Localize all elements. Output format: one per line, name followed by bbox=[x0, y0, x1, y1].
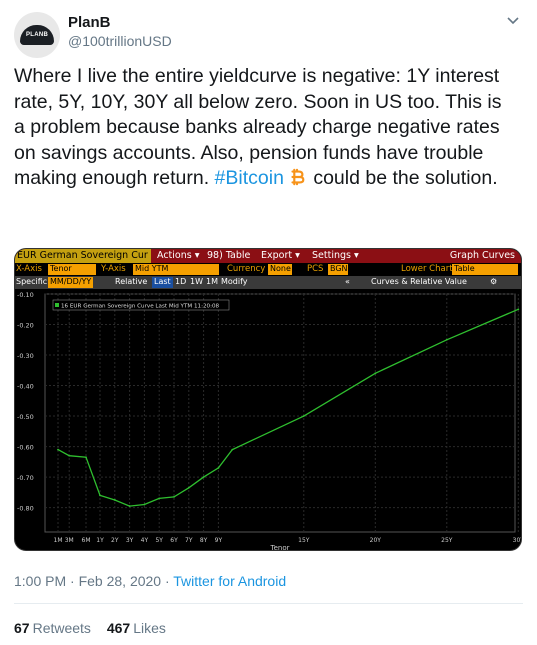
data-point bbox=[187, 486, 190, 489]
data-point bbox=[158, 497, 161, 500]
data-point bbox=[517, 308, 520, 311]
lower-chart-label: Lower Chart bbox=[401, 264, 453, 274]
x-tick-label: 3Y bbox=[126, 537, 134, 544]
x-tick-label: 7Y bbox=[185, 537, 193, 544]
menu-settings[interactable]: Settings ▾ bbox=[312, 250, 359, 261]
y-tick-label: -0.30 bbox=[17, 352, 34, 360]
menu-table[interactable]: 98) Table bbox=[207, 250, 250, 261]
pcs-label: PCS bbox=[307, 264, 324, 274]
likes-label[interactable]: Likes bbox=[133, 620, 166, 636]
plot-area bbox=[44, 293, 516, 533]
tweet-timestamp[interactable]: 1:00 PM · Feb 28, 2020 · bbox=[14, 573, 173, 589]
tweet-meta: 1:00 PM · Feb 28, 2020 · Twitter for And… bbox=[14, 573, 286, 589]
y-tick-label: -0.40 bbox=[17, 383, 34, 391]
period-1w[interactable]: 1W bbox=[190, 277, 203, 286]
likes-count[interactable]: 467 bbox=[107, 620, 130, 636]
modify-button[interactable]: Modify bbox=[221, 277, 248, 286]
terminal-menu-bar: EUR German Sovereign Cur Actions ▾ 98) T… bbox=[15, 249, 521, 263]
period-last[interactable]: Last bbox=[152, 277, 173, 288]
yaxis-select[interactable]: Mid YTM bbox=[133, 264, 219, 275]
legend-text: 16 EUR German Sovereign Curve Last Mid Y… bbox=[61, 304, 220, 310]
y-tick-label: -0.80 bbox=[17, 505, 34, 513]
xaxis-select[interactable]: Tenor bbox=[48, 264, 96, 275]
currency-label: Currency bbox=[227, 264, 266, 274]
specific-label: Specific bbox=[16, 277, 48, 286]
x-tick-label: 9Y bbox=[215, 537, 223, 544]
hashtag-link[interactable]: #Bitcoin bbox=[215, 167, 284, 189]
data-point bbox=[128, 505, 131, 507]
menu-graph-curves[interactable]: Graph Curves bbox=[450, 250, 515, 261]
author-handle[interactable]: @100trillionUSD bbox=[68, 33, 172, 49]
x-tick-label: 20Y bbox=[370, 537, 382, 544]
curves-relative-value[interactable]: Curves & Relative Value bbox=[371, 277, 467, 286]
data-point bbox=[68, 454, 71, 457]
data-point bbox=[202, 476, 205, 478]
y-tick-label: -0.10 bbox=[17, 291, 34, 299]
data-point bbox=[302, 415, 305, 417]
menu-actions[interactable]: Actions ▾ bbox=[157, 250, 200, 261]
avatar[interactable]: PLANB bbox=[14, 12, 60, 58]
retweets-count[interactable]: 67 bbox=[14, 620, 30, 636]
x-tick-label: 8Y bbox=[200, 537, 208, 544]
date-field[interactable]: MM/DD/YY bbox=[48, 277, 94, 288]
lower-chart-select[interactable]: Table bbox=[452, 264, 518, 275]
data-point bbox=[113, 499, 116, 501]
bitcoin-icon bbox=[291, 168, 305, 186]
x-tick-label: 6M bbox=[82, 537, 91, 544]
x-tick-label: 1M bbox=[54, 537, 63, 544]
x-tick-label: 2Y bbox=[111, 537, 119, 544]
data-point bbox=[99, 494, 101, 497]
pcs-field[interactable]: BGN bbox=[328, 264, 348, 275]
tweet-card: PLANB PlanB @100trillionUSD Where I live… bbox=[0, 0, 537, 645]
y-tick-label: -0.50 bbox=[17, 413, 34, 421]
yield-curve-plot: -0.10 -0.20 -0.30 -0.40 -0.50 -0.60 -0.70 -0.80… bbox=[17, 291, 521, 551]
data-point bbox=[374, 372, 377, 375]
x-axis-title: Tenor bbox=[270, 544, 290, 551]
y-tick-label: -0.20 bbox=[17, 322, 34, 330]
data-point bbox=[57, 448, 59, 451]
x-tick-label: 1Y bbox=[96, 537, 104, 544]
gear-icon[interactable]: ⚙ bbox=[490, 277, 497, 286]
x-tick-label: 5Y bbox=[155, 537, 163, 544]
yaxis-label: Y-Axis bbox=[101, 264, 126, 274]
divider bbox=[14, 603, 523, 604]
terminal-axis-bar: X-Axis Tenor Y-Axis Mid YTM Currency Non… bbox=[15, 263, 521, 276]
x-tick-label: 6Y bbox=[170, 537, 178, 544]
tweet-source-link[interactable]: Twitter for Android bbox=[173, 573, 286, 589]
retweets-label[interactable]: Retweets bbox=[33, 620, 91, 636]
tweet-stats: 67 Retweets 467 Likes bbox=[14, 620, 166, 636]
currency-select[interactable]: None bbox=[268, 264, 292, 275]
bloomberg-chart-image[interactable]: EUR German Sovereign Cur Actions ▾ 98) T… bbox=[14, 248, 522, 551]
x-tick-label: 15Y bbox=[298, 537, 310, 544]
menu-export[interactable]: Export ▾ bbox=[261, 250, 300, 261]
x-tick-label: 25Y bbox=[441, 537, 453, 544]
tweet-text-end: could be the solution. bbox=[307, 167, 498, 189]
data-point bbox=[217, 467, 220, 469]
period-1m[interactable]: 1M bbox=[206, 277, 218, 286]
y-tick-label: -0.70 bbox=[17, 474, 34, 482]
relative-label: Relative bbox=[115, 277, 148, 286]
terminal-title: EUR German Sovereign Cur bbox=[15, 249, 151, 263]
data-point bbox=[445, 338, 448, 341]
period-1d[interactable]: 1D bbox=[175, 277, 186, 286]
x-tick-label: 4Y bbox=[141, 537, 149, 544]
chevron-down-icon[interactable] bbox=[503, 12, 523, 30]
avatar-logo-text: PLANB bbox=[26, 32, 49, 38]
data-point bbox=[143, 503, 146, 506]
xaxis-label: X-Axis bbox=[16, 264, 42, 274]
y-tick-label: -0.60 bbox=[17, 444, 34, 452]
legend-swatch bbox=[55, 303, 59, 307]
data-point bbox=[231, 448, 234, 451]
tweet-text: Where I live the entire yieldcurve is ne… bbox=[14, 64, 514, 192]
author-name[interactable]: PlanB bbox=[68, 14, 111, 31]
collapse-icon[interactable]: « bbox=[345, 277, 350, 286]
x-tick-label: 30Y bbox=[513, 537, 521, 544]
x-tick-label: 3M bbox=[65, 537, 74, 544]
terminal-controls-bar: Specific MM/DD/YY Relative Last 1D 1W 1M… bbox=[15, 276, 521, 289]
data-point bbox=[85, 456, 87, 459]
data-point bbox=[173, 496, 175, 498]
